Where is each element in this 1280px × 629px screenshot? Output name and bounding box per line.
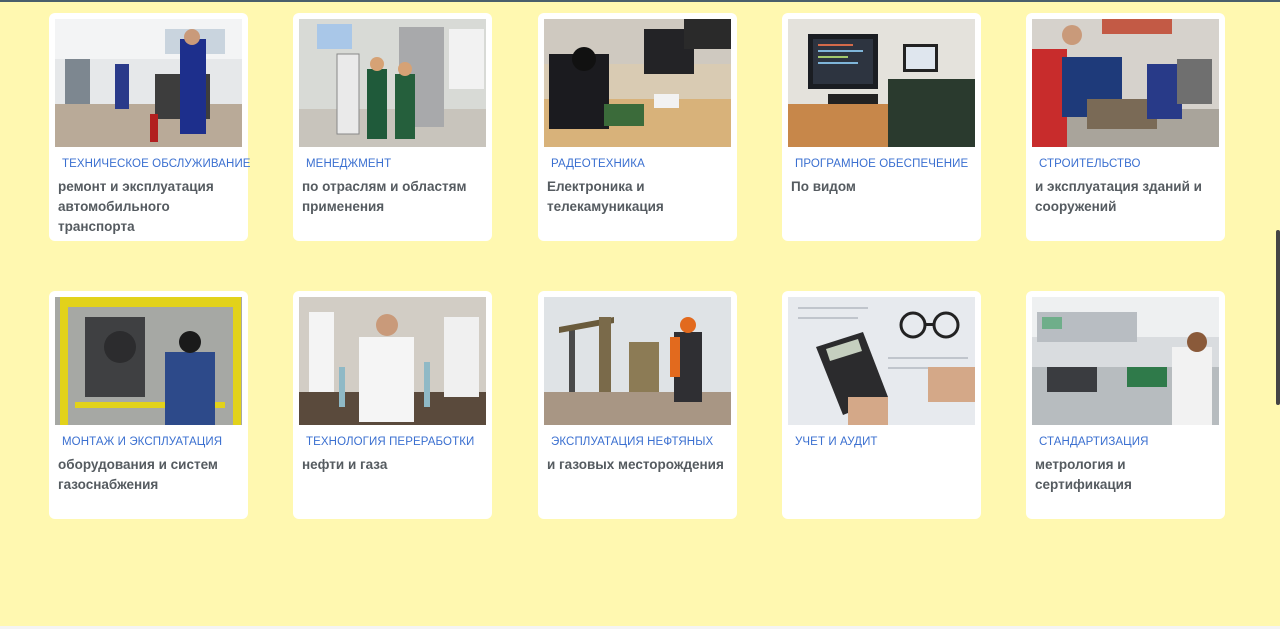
course-card-radio-engineering[interactable]: РАДЕОТЕХНИКА Електроника и телекамуникац… bbox=[538, 13, 737, 241]
course-card-management[interactable]: МЕНЕДЖМЕНТ по отраслям и областям примен… bbox=[293, 13, 492, 241]
course-card-oil-gas-processing[interactable]: ТЕХНОЛОГИЯ ПЕРЕРАБОТКИ нефти и газа bbox=[293, 291, 492, 519]
measurement-lab-photo bbox=[1032, 297, 1219, 425]
lab-workers-photo bbox=[299, 19, 486, 147]
electronics-class-photo bbox=[544, 19, 731, 147]
course-card-standardization[interactable]: СТАНДАРТИЗАЦИЯ метрология и сертификация bbox=[1026, 291, 1225, 519]
card-description: Електроника и телекамуникация bbox=[547, 179, 664, 214]
card-category: СТАНДАРТИЗАЦИЯ bbox=[1039, 436, 1149, 448]
card-category: РАДЕОТЕХНИКА bbox=[551, 158, 645, 170]
card-category: ЭКСПЛУАТАЦИЯ НЕФТЯНЫХ bbox=[551, 436, 714, 448]
card-description: оборудования и систем газоснабжения bbox=[58, 457, 218, 492]
construction-class-photo bbox=[1032, 19, 1219, 147]
course-card-auto-maintenance[interactable]: ТЕХНИЧЕСКОЕ ОБСЛУЖИВАНИЕ ремонт и эксплу… bbox=[49, 13, 251, 241]
card-category: МЕНЕДЖМЕНТ bbox=[306, 158, 392, 170]
oil-field-photo bbox=[544, 297, 731, 425]
gas-equipment-photo bbox=[55, 297, 242, 425]
chemistry-lab-photo bbox=[299, 297, 486, 425]
card-description: По видом bbox=[791, 179, 856, 194]
card-category: УЧЕТ И АУДИТ bbox=[795, 436, 878, 448]
card-description: по отраслям и областям применения bbox=[302, 179, 467, 214]
course-card-gas-installation[interactable]: МОНТАЖ И ЭКСПЛУАТАЦИЯ оборудования и сис… bbox=[49, 291, 248, 519]
card-description: нефти и газа bbox=[302, 457, 388, 472]
card-description: метрология и сертификация bbox=[1035, 457, 1132, 492]
card-description: и эксплуатация зданий и сооружений bbox=[1035, 179, 1202, 214]
computer-work-photo bbox=[788, 19, 975, 147]
card-category: ТЕХНИЧЕСКОЕ ОБСЛУЖИВАНИЕ bbox=[62, 158, 251, 170]
course-card-construction[interactable]: СТРОИТЕЛЬСТВО и эксплуатация зданий и со… bbox=[1026, 13, 1225, 241]
course-card-software[interactable]: ПРОГРАМНОЕ ОБЕСПЕЧЕНИЕ По видом bbox=[782, 13, 981, 241]
course-card-accounting[interactable]: УЧЕТ И АУДИТ bbox=[782, 291, 981, 519]
card-description: ремонт и эксплуатация автомобильного тра… bbox=[58, 179, 214, 234]
card-description: и газовых месторождения bbox=[547, 457, 724, 472]
auto-workshop-photo bbox=[55, 19, 242, 147]
card-category: МОНТАЖ И ЭКСПЛУАТАЦИЯ bbox=[62, 436, 223, 448]
top-border bbox=[0, 0, 1280, 2]
course-card-oil-field[interactable]: ЭКСПЛУАТАЦИЯ НЕФТЯНЫХ и газовых месторож… bbox=[538, 291, 737, 519]
card-category: ПРОГРАМНОЕ ОБЕСПЕЧЕНИЕ bbox=[795, 158, 969, 170]
scrollbar-thumb[interactable] bbox=[1276, 230, 1280, 405]
calculator-photo bbox=[788, 297, 975, 425]
card-category: ТЕХНОЛОГИЯ ПЕРЕРАБОТКИ bbox=[306, 436, 475, 448]
card-category: СТРОИТЕЛЬСТВО bbox=[1039, 158, 1141, 170]
